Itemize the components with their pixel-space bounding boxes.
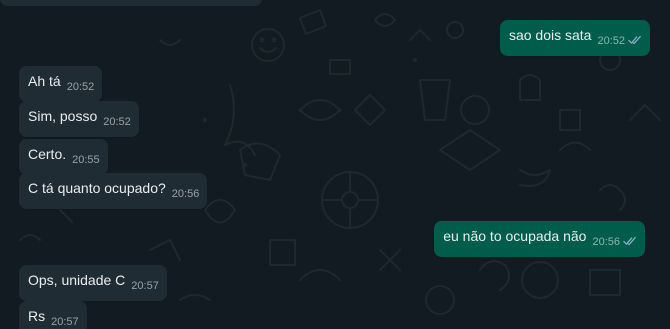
message-text: sao dois sata (508, 27, 592, 43)
message-bubble-incoming[interactable]: Certo. 20:55 (19, 139, 108, 175)
message-bubble-incoming[interactable]: Ah tá 20:52 (19, 66, 103, 102)
double-check-icon (623, 236, 636, 246)
message-text: eu não to ocupada não (443, 228, 587, 244)
double-check-icon (628, 35, 641, 45)
message-time: 20:57 (51, 316, 79, 328)
message-bubble-outgoing[interactable]: sao dois sata 20:52 (499, 20, 650, 56)
message-time: 20:56 (592, 235, 637, 250)
message-time: 20:52 (597, 34, 642, 49)
message-text: Rs (28, 308, 46, 324)
message-text: Ops, unidade C (28, 272, 126, 288)
message-time: 20:56 (171, 188, 200, 200)
message-bubble-incoming[interactable]: Rs 20:57 (19, 301, 87, 329)
message-text: C tá quanto ocupado? (28, 180, 166, 196)
message-bubble-incoming[interactable]: C tá quanto ocupado? 20:56 (19, 173, 208, 209)
message-time: 20:57 (131, 280, 159, 292)
message-text: Ah tá (28, 73, 61, 89)
message-bubble-incoming[interactable]: Ops, unidade C 20:57 (19, 265, 167, 301)
message-time: 20:55 (72, 154, 100, 166)
message-text: Certo. (28, 146, 67, 162)
previous-message-bubble (0, 0, 262, 6)
message-time: 20:52 (66, 81, 95, 93)
message-bubble-outgoing[interactable]: eu não to ocupada não 20:56 (434, 221, 645, 257)
message-bubble-incoming[interactable]: Sim, posso 20:52 (19, 101, 139, 137)
message-text: Sim, posso (28, 108, 98, 124)
message-time: 20:52 (103, 116, 131, 128)
chat-pane: sao dois sata 20:52 Ah tá 20:52 Sim, posso… (0, 0, 670, 329)
